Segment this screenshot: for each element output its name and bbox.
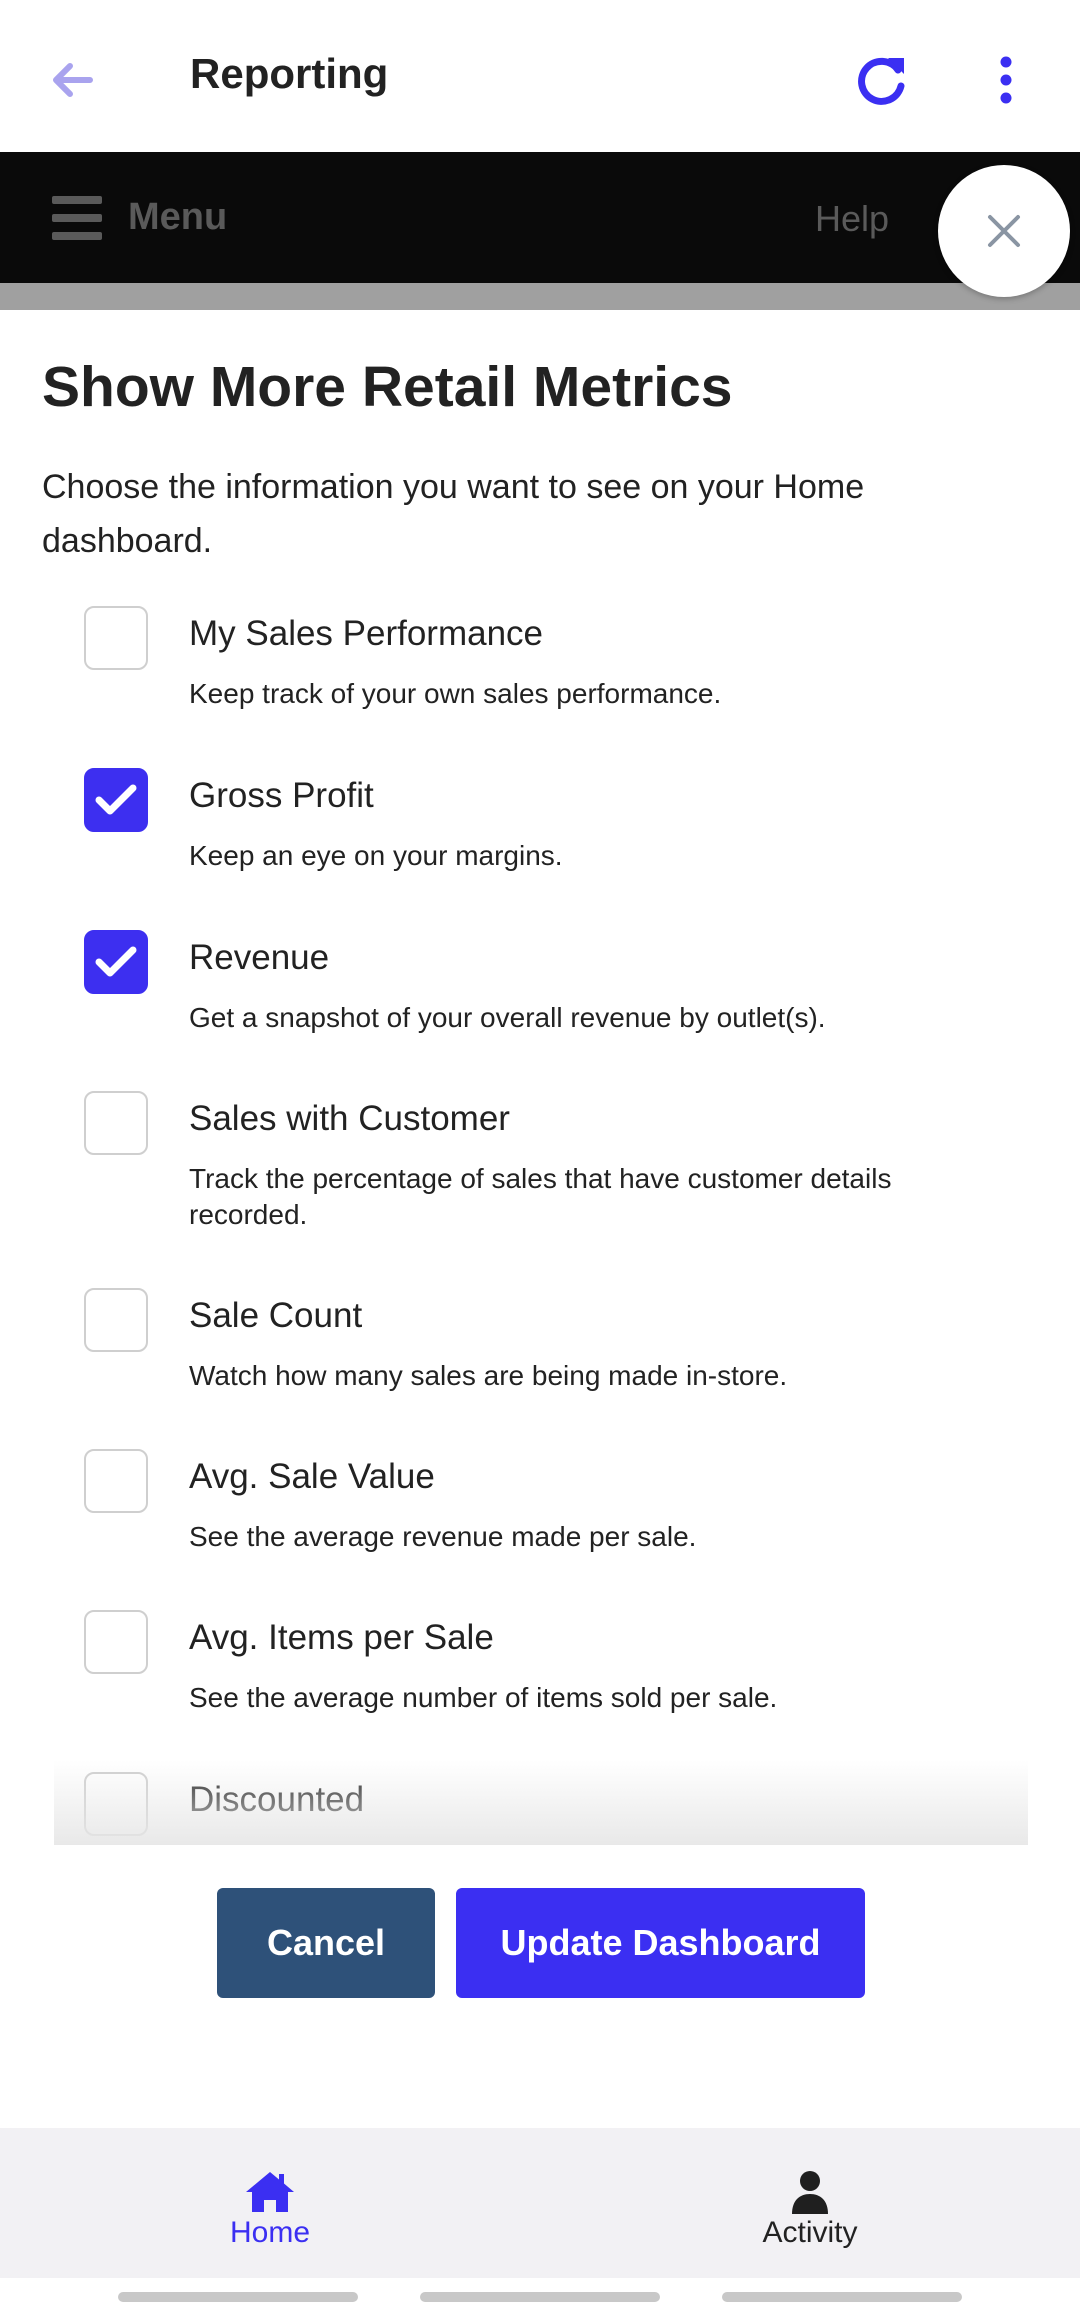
help-link[interactable]: Help: [815, 198, 889, 240]
arrow-left-icon: [53, 63, 93, 97]
more-options-button[interactable]: [972, 46, 1040, 114]
option-title: Discounted: [189, 1780, 365, 1819]
back-button[interactable]: [40, 48, 104, 112]
hamburger-icon[interactable]: [52, 196, 102, 240]
refresh-button[interactable]: [848, 46, 916, 114]
option-description: Watch how many sales are being made in-s…: [189, 1360, 788, 1391]
bottom-nav: Home Activity: [0, 2128, 1080, 2278]
person-icon: [792, 2171, 828, 2214]
option-title: Sale Count: [189, 1296, 363, 1335]
more-vertical-icon: [1000, 56, 1012, 104]
checkbox[interactable]: [84, 1449, 148, 1513]
option-title: My Sales Performance: [189, 614, 544, 653]
option-title: Avg. Sale Value: [189, 1457, 435, 1496]
option-title: Revenue: [189, 938, 330, 977]
menu-label[interactable]: Menu: [128, 196, 227, 239]
option-description: Get a snapshot of your overall revenue b…: [189, 1002, 826, 1033]
option-description: Track the percentage of sales that have …: [189, 1163, 892, 1230]
option-description: Keep track of your own sales performance…: [189, 678, 722, 709]
modal-title: Show More Retail Metrics: [42, 355, 733, 419]
overlay-band: [0, 283, 1080, 310]
option-title: Avg. Items per Sale: [189, 1618, 494, 1657]
page-title: Reporting: [190, 50, 389, 97]
close-modal-button[interactable]: [938, 165, 1070, 297]
home-icon: [246, 2172, 294, 2212]
checkbox[interactable]: [84, 1091, 148, 1155]
app-bar: Reporting: [0, 0, 1080, 152]
checkbox[interactable]: [84, 1288, 148, 1352]
nav-item-home[interactable]: Home: [120, 2128, 420, 2278]
nav-label: Home: [229, 2216, 311, 2249]
update-dashboard-button[interactable]: Update Dashboard: [456, 1888, 865, 1998]
close-icon: [988, 215, 1020, 247]
option-title: Gross Profit: [189, 776, 374, 815]
gesture-pill: [118, 2292, 358, 2302]
nav-item-activity[interactable]: Activity: [660, 2128, 960, 2278]
checkbox-checked[interactable]: [84, 768, 148, 832]
checkmark-icon: [95, 784, 137, 815]
checkbox[interactable]: [84, 1610, 148, 1674]
refresh-icon: [858, 57, 905, 105]
modal-intro: Choose the information you want to see o…: [42, 468, 865, 560]
option-title: Sales with Customer: [189, 1099, 510, 1138]
checkbox[interactable]: [84, 606, 148, 670]
menu-bar: Menu Help: [0, 152, 1080, 283]
nav-label: Activity: [762, 2216, 858, 2249]
checkbox-checked[interactable]: [84, 930, 148, 994]
checkbox[interactable]: [84, 1772, 148, 1836]
option-description: Keep an eye on your margins.: [189, 840, 563, 871]
gesture-pill: [722, 2292, 962, 2302]
cancel-button[interactable]: Cancel: [217, 1888, 435, 1998]
option-description: See the average revenue made per sale.: [189, 1521, 697, 1552]
gesture-pill: [420, 2292, 660, 2302]
system-gesture-bar: [0, 2278, 1080, 2317]
checkmark-icon: [95, 946, 137, 977]
option-description: See the average number of items sold per…: [189, 1682, 778, 1713]
